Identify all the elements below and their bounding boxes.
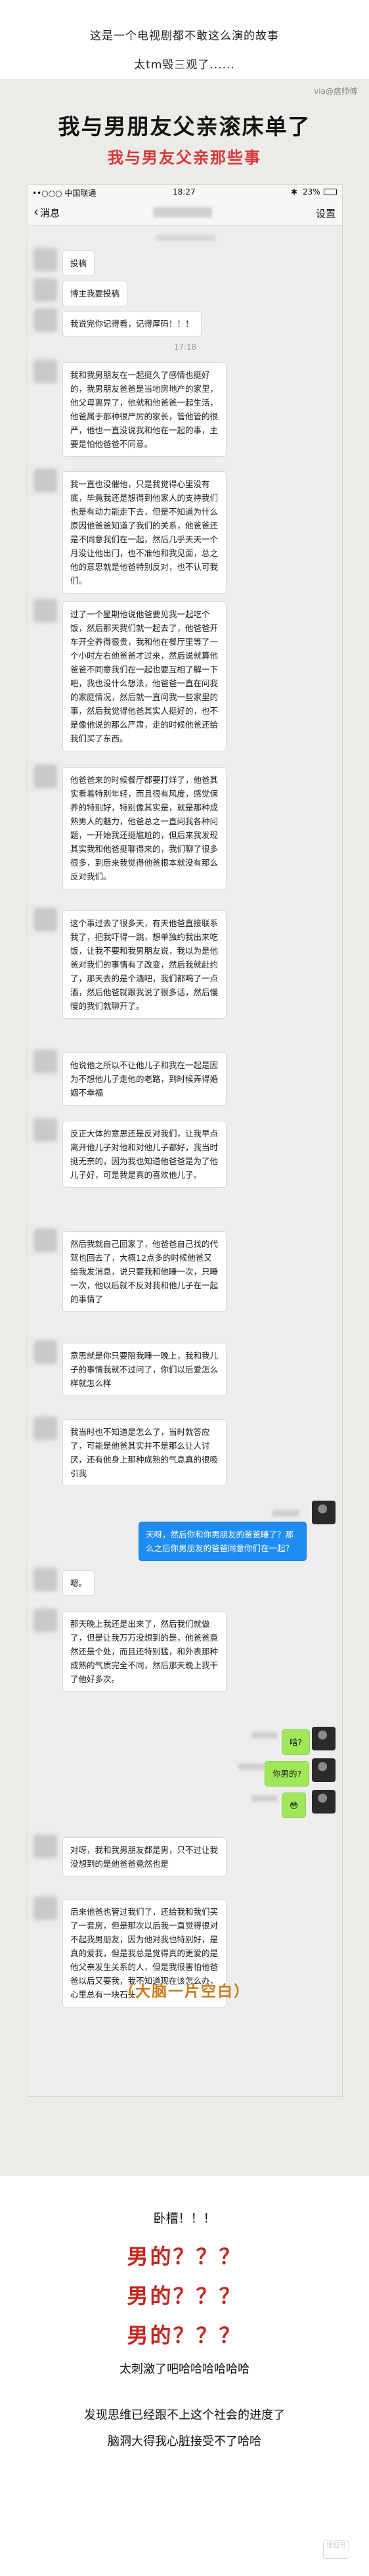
message-bubble: 这个事过去了很多天，有天他爸直接联系我了，把我吓得一跳，想单独约我出来吃饭，让我… <box>62 910 227 1019</box>
chat-title-redacted <box>153 207 212 218</box>
intro-line-1: 这是一个电视剧都不敢这么演的故事 <box>90 30 279 43</box>
message-bubble: 我一直也没催他，只是我觉得心里没有底，毕竟我还是想得到他家人的支持我们也是有动力… <box>62 471 227 594</box>
avatar <box>33 1050 57 1073</box>
avatar <box>33 1118 57 1142</box>
closing-line-1: 发现思维已经跟不上这个社会的进度了 <box>84 2408 285 2422</box>
avatar <box>33 1568 57 1591</box>
time-redacted <box>156 235 215 241</box>
time-label: 17:18 <box>173 342 197 352</box>
message-bubble: 反正大体的意思还是反对我们，让我早点离开他儿子对他和对他儿子都好，我当时挺无奈的… <box>62 1121 227 1188</box>
message-bubble: 意思就是你只要陪我睡一晚上，我和我儿子的事情我就不过问了，你们以后爱怎么样就怎么… <box>62 1343 227 1396</box>
message-bubble: 过了一个星期他说他爸要见我一起吃个饭，然后那天我们就一起去了，他爸爸开车开全养得… <box>62 601 227 751</box>
message-bubble: 他爸爸来的时候餐厅都要打烊了，他爸其实看着特别年轻，而且很有风度，感觉保养的特别… <box>62 767 227 889</box>
message-bubble: 投稿 <box>62 250 95 276</box>
back-label: 消息 <box>40 207 60 219</box>
sender-name-redacted <box>251 1732 278 1739</box>
message-bubble: 对呀，我和我男朋友都是男，只不过让我没想到的是他爸爸竟然也是 <box>62 1837 227 1877</box>
carrier-label: ••○○○ 中国联通 <box>32 189 97 198</box>
avatar <box>312 1501 336 1524</box>
avatar <box>33 1896 57 1920</box>
watermark: via@痞师傅 <box>314 87 357 96</box>
avatar <box>33 1608 57 1632</box>
battery-icon <box>324 189 337 195</box>
corner-logo: 搜狐号 <box>323 2541 349 2559</box>
message-bubble: 你男的? <box>265 1761 310 1787</box>
reaction-wotao: 卧槽！！！ <box>153 2211 216 2226</box>
avatar <box>33 469 57 492</box>
message-bubble: 我当时也不知道是怎么了，当时就答应了，可能是他爸其实并不是那么让人讨厌，还有他身… <box>62 1419 227 1486</box>
reaction-nande-1: 男的？？？ <box>127 2244 242 2269</box>
blank-caption: （大脑一片空白） <box>119 1983 250 2000</box>
avatar <box>33 908 57 931</box>
reaction-laugh: 太刺激了吧哈哈哈哈哈哈 <box>119 2362 250 2376</box>
message-bubble: 嗯。 <box>62 1570 95 1596</box>
nav-bar: ‹ 消息 设置 <box>28 199 342 225</box>
bluetooth-icon: ✱ <box>291 187 298 197</box>
reaction-nande-2: 男的？？？ <box>127 2283 242 2308</box>
battery-percent: 23% <box>303 187 320 197</box>
message-bubble: 那天晚上我还是出来了，然后我们就做了，但是让我万万没想到的是，他爸爸竟然还是个处… <box>62 1611 227 1692</box>
message-bubble: 他说他之所以不让他儿子和我在一起是因为不想他儿子走他的老路，到时候弄得婚姻不幸福 <box>62 1052 227 1106</box>
message-bubble: 我说完你记得看，记得厚码！！！ <box>62 311 202 337</box>
sender-name-redacted <box>238 1764 265 1770</box>
message-bubble: 博主我要投稿 <box>62 281 128 306</box>
settings-button[interactable]: 设置 <box>316 206 336 220</box>
headline: 我与男朋友父亲滚床单了 <box>58 114 311 139</box>
message-bubble: 然后我就自己回家了，他爸爸自己找的代驾也回去了，大概12点多的时候他爸又给我发消… <box>62 1231 227 1312</box>
subheadline: 我与男友父亲那些事 <box>108 149 261 167</box>
reaction-nande-3: 男的？？？ <box>127 2323 242 2348</box>
avatar <box>33 764 57 788</box>
avatar <box>312 1758 336 1782</box>
avatar <box>312 1727 336 1750</box>
sender-name-redacted <box>251 1795 278 1802</box>
message-bubble: 啥? <box>282 1729 311 1755</box>
avatar <box>33 278 57 302</box>
status-bar: ••○○○ 中国联通 18:27 ✱ 23% <box>28 185 342 199</box>
message-bubble: 天呀，然后你和你男朋友的爸爸睡了？那么之后你男朋友的爸爸同意你们在一起？ <box>139 1522 307 1561</box>
avatar <box>33 1835 57 1858</box>
avatar <box>33 1340 57 1364</box>
closing-line-2: 脑洞大得我心脏接受不了哈哈 <box>108 2435 261 2448</box>
avatar <box>312 1790 336 1814</box>
avatar <box>33 1417 57 1440</box>
avatar <box>33 599 57 622</box>
back-button[interactable]: ‹ 消息 <box>33 204 60 220</box>
message-bubble: 我和我男朋友在一起挺久了感情也挺好的，我男朋友爸爸是当地房地产的家里，他父母离异… <box>62 362 227 457</box>
message-bubble: 😳 <box>282 1792 307 1818</box>
back-chevron-icon: ‹ <box>33 204 39 220</box>
avatar <box>33 248 57 271</box>
phone-screenshot: ••○○○ 中国联通 18:27 ✱ 23% ‹ 消息 设置 投稿 博主我要投稿 … <box>28 184 343 2097</box>
poster-panel: via@痞师傅 我与男朋友父亲滚床单了 我与男友父亲那些事 ••○○○ 中国联通… <box>0 79 369 2176</box>
intro-line-2: 太tm毁三观了...... <box>134 59 235 72</box>
avatar <box>33 1229 57 1252</box>
avatar <box>33 308 57 332</box>
sender-name-redacted <box>272 1510 299 1516</box>
avatar <box>33 360 57 383</box>
status-time: 18:27 <box>173 187 196 197</box>
